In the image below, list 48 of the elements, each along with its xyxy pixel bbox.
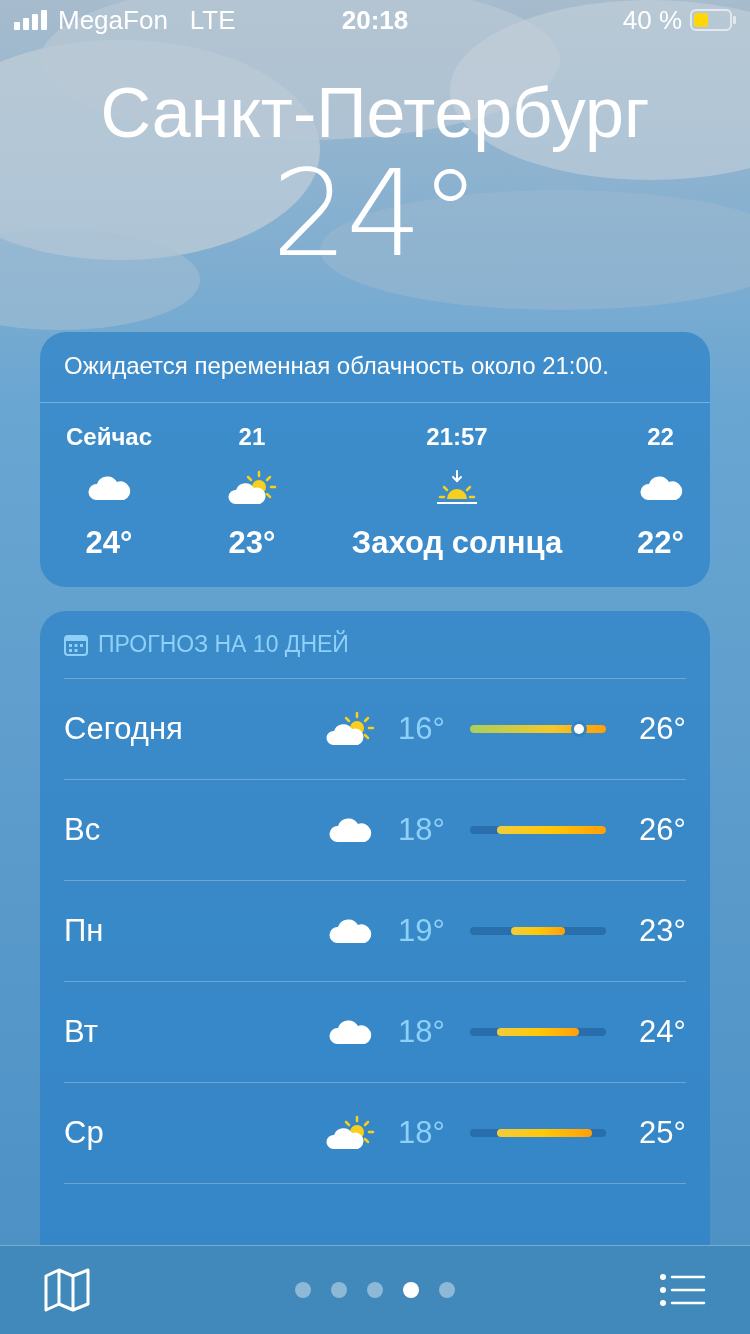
calendar-icon bbox=[64, 633, 88, 656]
high-temperature: 25° bbox=[638, 1115, 686, 1151]
page-dot[interactable] bbox=[331, 1282, 347, 1298]
sunset-icon bbox=[434, 470, 480, 506]
battery-percent: 40 % bbox=[622, 4, 682, 36]
status-time: 20:18 bbox=[341, 4, 409, 35]
forecast-summary: Ожидается переменная облачность около 21:00. bbox=[64, 352, 609, 379]
hour-label: 21:57 bbox=[426, 423, 488, 451]
hour-value: 24° bbox=[85, 525, 133, 561]
hour-label: 21 bbox=[238, 423, 266, 451]
day-label: Ср bbox=[64, 1115, 105, 1151]
map-icon[interactable] bbox=[44, 1268, 90, 1312]
high-temperature: 23° bbox=[638, 913, 686, 949]
low-temperature: 19° bbox=[398, 913, 446, 949]
forecast-title: ПРОГНОЗ НА 10 ДНЕЙ bbox=[98, 631, 349, 658]
cloud-icon bbox=[327, 816, 373, 844]
cloud-icon bbox=[637, 474, 684, 502]
low-temperature: 16° bbox=[398, 711, 446, 747]
high-temperature: 24° bbox=[638, 1014, 686, 1050]
day-label: Сегодня bbox=[64, 711, 184, 747]
hour-value: Заход солнца bbox=[351, 525, 563, 561]
page-dot[interactable] bbox=[367, 1282, 383, 1298]
page-dot[interactable] bbox=[439, 1282, 455, 1298]
list-icon[interactable] bbox=[660, 1274, 706, 1306]
low-temperature: 18° bbox=[398, 1014, 446, 1050]
page-dot[interactable] bbox=[403, 1282, 419, 1298]
low-temperature: 18° bbox=[398, 812, 446, 848]
cloud-icon bbox=[327, 1018, 373, 1046]
partly-sunny-icon bbox=[226, 470, 277, 506]
carrier-name: MegaFon bbox=[58, 4, 168, 36]
day-label: Вт bbox=[64, 1014, 99, 1050]
network-type: LTE bbox=[189, 4, 236, 36]
day-label: Вс bbox=[64, 812, 102, 848]
page-dot[interactable] bbox=[295, 1282, 311, 1298]
hour-value: 22° bbox=[637, 525, 684, 561]
hour-value: 23° bbox=[228, 525, 276, 561]
partly-sunny-icon bbox=[325, 1115, 375, 1151]
hour-label: 22 bbox=[647, 423, 674, 451]
signal-icon bbox=[14, 10, 48, 30]
day-label: Пн bbox=[64, 913, 105, 949]
high-temperature: 26° bbox=[638, 711, 686, 747]
low-temperature: 18° bbox=[398, 1115, 446, 1151]
battery-icon bbox=[690, 9, 736, 31]
partly-sunny-icon bbox=[325, 711, 375, 747]
cloud-icon bbox=[86, 474, 133, 502]
high-temperature: 26° bbox=[638, 812, 686, 848]
cloud-icon bbox=[327, 917, 373, 945]
hour-label: Сейчас bbox=[66, 423, 153, 451]
